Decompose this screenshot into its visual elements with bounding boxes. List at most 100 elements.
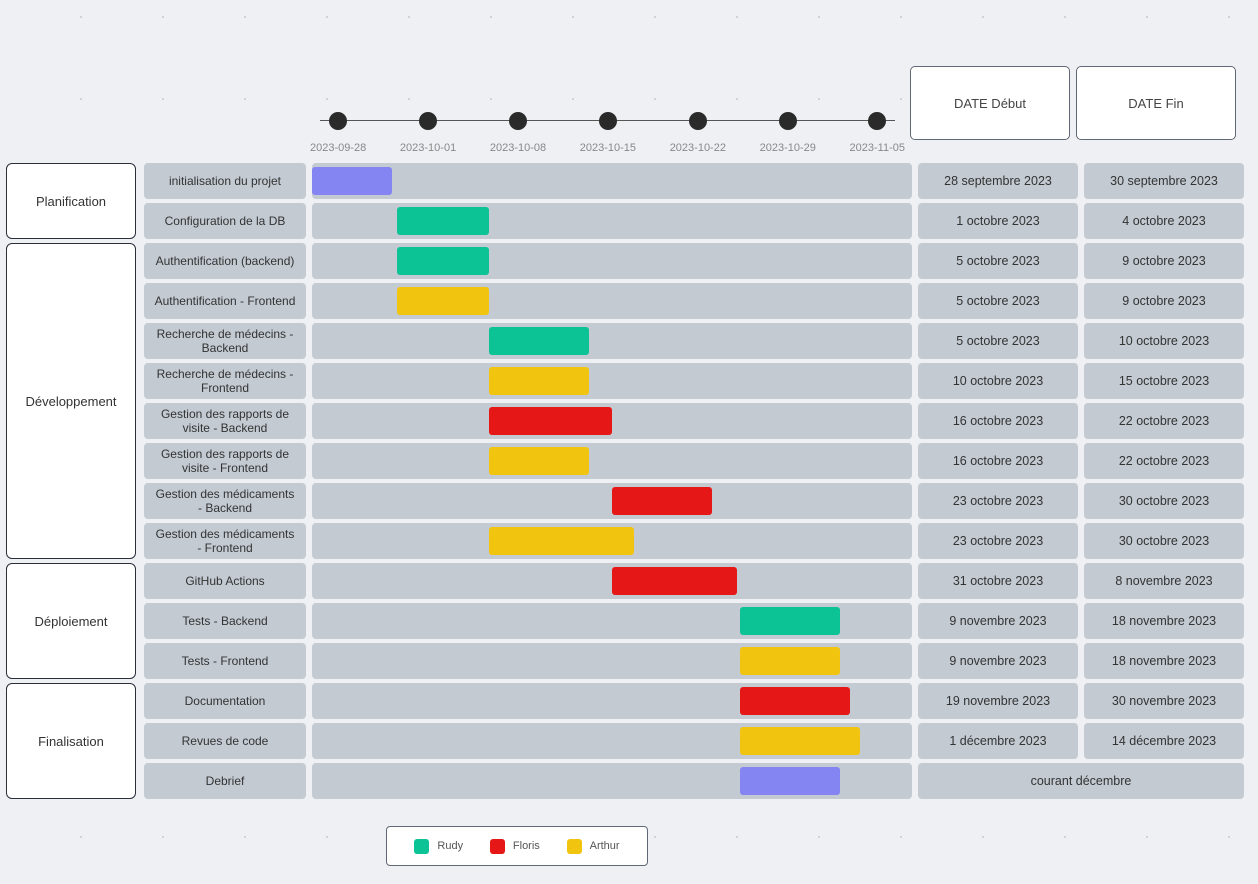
task-row: initialisation du projet 28 septembre 202… xyxy=(144,163,1244,199)
date-start-cell: 31 octobre 2023 xyxy=(918,563,1078,599)
task-row: Recherche de médecins - Frontend10 octob… xyxy=(144,363,1244,399)
gantt-bar xyxy=(740,767,840,795)
gantt-track xyxy=(312,283,912,319)
date-start-cell: 23 octobre 2023 xyxy=(918,523,1078,559)
tick-dot-icon xyxy=(868,112,886,130)
date-end-cell: 18 novembre 2023 xyxy=(1084,603,1244,639)
gantt-track xyxy=(312,363,912,399)
task-label: Recherche de médecins - Frontend xyxy=(144,363,306,399)
task-row: Tests - Backend 9 novembre 202318 novembr… xyxy=(144,603,1244,639)
date-end-cell: 22 octobre 2023 xyxy=(1084,443,1244,479)
phase-column: PlanificationDéveloppementDéploiementFin… xyxy=(6,163,136,803)
gantt-track xyxy=(312,523,912,559)
date-end-cell: 30 octobre 2023 xyxy=(1084,483,1244,519)
date-end-cell: 14 décembre 2023 xyxy=(1084,723,1244,759)
tick-label: 2023-10-01 xyxy=(400,142,456,154)
task-row: Gestion des rapports de visite - Backend… xyxy=(144,403,1244,439)
task-rows: initialisation du projet 28 septembre 202… xyxy=(144,163,1244,803)
task-label: Documentation xyxy=(144,683,306,719)
gantt-bar xyxy=(397,247,489,275)
gantt-bar xyxy=(612,487,712,515)
timeline-tick: 2023-10-29 xyxy=(760,112,816,154)
gantt-bar xyxy=(489,367,589,395)
gantt-bar xyxy=(740,607,840,635)
legend-item: Arthur xyxy=(567,839,620,854)
gantt-track xyxy=(312,323,912,359)
date-end-cell: 30 septembre 2023 xyxy=(1084,163,1244,199)
date-end-cell: 8 novembre 2023 xyxy=(1084,563,1244,599)
phase-box: Finalisation xyxy=(6,683,136,799)
date-start-cell: 9 novembre 2023 xyxy=(918,643,1078,679)
gantt-track xyxy=(312,403,912,439)
legend-swatch-icon xyxy=(490,839,505,854)
gantt-track xyxy=(312,443,912,479)
date-start-cell: 16 octobre 2023 xyxy=(918,443,1078,479)
date-end-cell: 15 octobre 2023 xyxy=(1084,363,1244,399)
task-label: Authentification - Frontend xyxy=(144,283,306,319)
gantt-bar xyxy=(397,207,489,235)
gantt-bar xyxy=(740,727,860,755)
gantt-track xyxy=(312,603,912,639)
date-start-cell: 5 octobre 2023 xyxy=(918,243,1078,279)
tick-label: 2023-10-15 xyxy=(580,142,636,154)
gantt-bar xyxy=(489,527,634,555)
gantt-bar xyxy=(489,327,589,355)
timeline-tick: 2023-10-15 xyxy=(580,112,636,154)
task-row: Authentification (backend)5 octobre 2023… xyxy=(144,243,1244,279)
task-row: Authentification - Frontend5 octobre 202… xyxy=(144,283,1244,319)
tick-label: 2023-10-08 xyxy=(490,142,546,154)
legend-item: Rudy xyxy=(414,839,463,854)
task-label: Gestion des médicaments - Backend xyxy=(144,483,306,519)
task-row: Tests - Frontend 9 novembre 202318 novemb… xyxy=(144,643,1244,679)
phase-box: Déploiement xyxy=(6,563,136,679)
date-start-cell: 28 septembre 2023 xyxy=(918,163,1078,199)
task-label: Tests - Backend xyxy=(144,603,306,639)
tick-label: 2023-10-22 xyxy=(670,142,726,154)
task-row: GitHub Actions 31 octobre 20238 novembre … xyxy=(144,563,1244,599)
date-end-cell: 9 octobre 2023 xyxy=(1084,283,1244,319)
task-row: Configuration de la DB1 octobre 20234 oc… xyxy=(144,203,1244,239)
task-row: Revues de code1 décembre 202314 décembre… xyxy=(144,723,1244,759)
tick-dot-icon xyxy=(779,112,797,130)
tick-dot-icon xyxy=(509,112,527,130)
gantt-bar xyxy=(740,647,840,675)
date-end-cell: 9 octobre 2023 xyxy=(1084,243,1244,279)
task-row: Gestion des médicaments - Frontend 23 oct… xyxy=(144,523,1244,559)
tick-dot-icon xyxy=(419,112,437,130)
date-start-cell: 5 octobre 2023 xyxy=(918,323,1078,359)
timeline-axis: 2023-09-28 2023-10-01 2023-10-08 2023-10-15… xyxy=(310,112,905,154)
date-start-cell: 16 octobre 2023 xyxy=(918,403,1078,439)
date-start-cell: 9 novembre 2023 xyxy=(918,603,1078,639)
task-label: Tests - Frontend xyxy=(144,643,306,679)
legend-label: Arthur xyxy=(590,840,620,852)
date-column-headers: DATE Début DATE Fin xyxy=(910,66,1236,140)
task-label: Gestion des médicaments - Frontend xyxy=(144,523,306,559)
tick-label: 2023-11-05 xyxy=(850,142,905,154)
gantt-track xyxy=(312,683,912,719)
date-end-header: DATE Fin xyxy=(1076,66,1236,140)
legend: Rudy Floris Arthur xyxy=(386,826,648,866)
legend-label: Floris xyxy=(513,840,540,852)
date-end-cell: 18 novembre 2023 xyxy=(1084,643,1244,679)
date-start-header: DATE Début xyxy=(910,66,1070,140)
task-row: Gestion des rapports de visite - Fronten… xyxy=(144,443,1244,479)
date-end-cell: 22 octobre 2023 xyxy=(1084,403,1244,439)
gantt-track xyxy=(312,563,912,599)
task-row: Gestion des médicaments - Backend23 octo… xyxy=(144,483,1244,519)
phase-box: Planification xyxy=(6,163,136,239)
legend-swatch-icon xyxy=(567,839,582,854)
gantt-bar xyxy=(489,447,589,475)
timeline-tick: 2023-10-01 xyxy=(400,112,456,154)
tick-label: 2023-09-28 xyxy=(310,142,366,154)
date-end-cell: 4 octobre 2023 xyxy=(1084,203,1244,239)
date-end-cell: 30 octobre 2023 xyxy=(1084,523,1244,559)
date-start-cell: 19 novembre 2023 xyxy=(918,683,1078,719)
date-end-cell: 30 novembre 2023 xyxy=(1084,683,1244,719)
timeline-tick: 2023-11-05 xyxy=(850,112,905,154)
task-label: Gestion des rapports de visite - Fronten… xyxy=(144,443,306,479)
task-label: initialisation du projet xyxy=(144,163,306,199)
task-label: GitHub Actions xyxy=(144,563,306,599)
legend-label: Rudy xyxy=(437,840,463,852)
gantt-track xyxy=(312,763,912,799)
gantt-bar xyxy=(489,407,612,435)
